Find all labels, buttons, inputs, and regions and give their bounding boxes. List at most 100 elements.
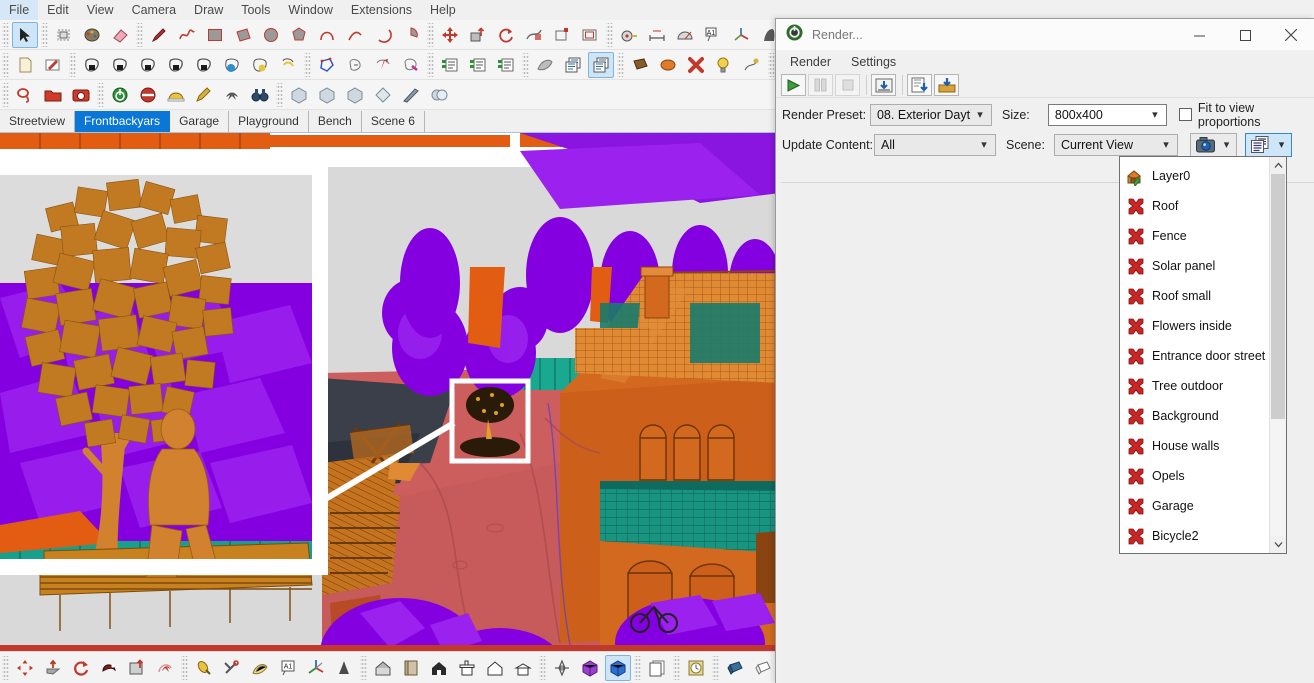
two-point-arc-icon[interactable] xyxy=(342,22,368,48)
shape-blob-icon[interactable] xyxy=(163,52,189,78)
layer-item[interactable]: Roof small xyxy=(1120,281,1269,311)
toolbar-grip[interactable] xyxy=(427,22,434,47)
export-button[interactable] xyxy=(934,74,959,96)
layer-item[interactable]: Garage xyxy=(1120,491,1269,521)
toolbar-grip[interactable] xyxy=(2,655,9,680)
tape-measure-icon[interactable] xyxy=(616,22,642,48)
toolbar-grip[interactable] xyxy=(712,655,719,680)
axes-color-icon[interactable] xyxy=(303,655,329,681)
menu-draw[interactable]: Draw xyxy=(185,0,232,20)
toolbar-grip[interactable] xyxy=(539,655,546,680)
scene-tab-garage[interactable]: Garage xyxy=(170,111,230,132)
circle-tool-icon[interactable] xyxy=(258,22,284,48)
line-tool-icon[interactable] xyxy=(146,22,172,48)
red-arrow-icon[interactable] xyxy=(370,52,396,78)
house-flat-icon[interactable] xyxy=(454,655,480,681)
layer-item[interactable]: Fence xyxy=(1120,221,1269,251)
polygon-tool-icon[interactable] xyxy=(286,22,312,48)
menu-help[interactable]: Help xyxy=(421,0,465,20)
toolbar-grip[interactable] xyxy=(276,82,283,107)
clock-yellow-icon[interactable] xyxy=(683,655,709,681)
globe-purple-icon[interactable] xyxy=(577,655,603,681)
follow-me-icon[interactable] xyxy=(521,22,547,48)
shape-slope-icon[interactable] xyxy=(191,52,217,78)
pen-edit-icon[interactable] xyxy=(191,82,217,108)
scene-tab-playground[interactable]: Playground xyxy=(229,111,309,132)
axes-tool-icon[interactable] xyxy=(728,22,754,48)
paint-bucket-icon[interactable] xyxy=(79,22,105,48)
solid-cube3-icon[interactable] xyxy=(342,82,368,108)
layer-item[interactable]: Roof xyxy=(1120,191,1269,221)
toolbar-grip[interactable] xyxy=(2,82,9,107)
solid-cube-icon[interactable] xyxy=(286,82,312,108)
layer-item[interactable]: Background xyxy=(1120,401,1269,431)
toolbar-grip[interactable] xyxy=(360,655,367,680)
pie-tool-icon[interactable] xyxy=(398,22,424,48)
rotated-rectangle-icon[interactable] xyxy=(230,22,256,48)
pencil-red-icon[interactable] xyxy=(40,52,66,78)
layer-green-icon[interactable] xyxy=(437,52,463,78)
binoculars-icon[interactable] xyxy=(247,82,273,108)
render-preset-select[interactable]: 08. Exterior Daytin ▾ xyxy=(869,103,992,126)
shape-blue-icon[interactable] xyxy=(219,52,245,78)
light-bulb-icon[interactable] xyxy=(711,52,737,78)
scroll-up-arrow-icon[interactable] xyxy=(1270,157,1286,174)
camera-red-icon[interactable] xyxy=(68,82,94,108)
cone-gray-icon[interactable] xyxy=(331,655,357,681)
arc-tool-icon[interactable] xyxy=(314,22,340,48)
dimension-tool-icon[interactable] xyxy=(644,22,670,48)
eye-target-icon[interactable] xyxy=(549,655,575,681)
layer-item[interactable]: Bicycle2 xyxy=(1120,521,1269,551)
toolbar-grip[interactable] xyxy=(181,655,188,680)
update-content-select[interactable]: All ▾ xyxy=(874,133,996,156)
menu-edit[interactable]: Edit xyxy=(38,0,78,20)
scene-tab-scene-6[interactable]: Scene 6 xyxy=(362,111,425,132)
freehand-tool-icon[interactable] xyxy=(174,22,200,48)
fit-to-view-wrap[interactable]: Fit to view proportions xyxy=(1167,101,1314,129)
globe-blue-icon[interactable] xyxy=(605,654,631,681)
menu-file[interactable]: File xyxy=(0,0,39,20)
knife-icon[interactable] xyxy=(398,82,424,108)
pan-icon[interactable] xyxy=(40,655,66,681)
menu-camera[interactable]: Camera xyxy=(123,0,185,20)
render-start-button[interactable] xyxy=(781,74,806,96)
render-menu-settings[interactable]: Settings xyxy=(841,51,906,73)
render-menu-render[interactable]: Render xyxy=(780,51,841,73)
polyline-blue-icon[interactable] xyxy=(314,52,340,78)
menu-tools[interactable]: Tools xyxy=(232,0,279,20)
solid-cube2-icon[interactable] xyxy=(314,82,340,108)
page-new-icon[interactable] xyxy=(12,52,38,78)
shell-icon[interactable] xyxy=(247,655,273,681)
minimize-button[interactable] xyxy=(1176,19,1222,51)
toolbar-grip[interactable] xyxy=(768,52,775,77)
maximize-button[interactable] xyxy=(1222,19,1268,51)
toolbar-grip[interactable] xyxy=(2,52,9,77)
scale-tool-icon[interactable] xyxy=(549,22,575,48)
layers-button[interactable]: ▾ xyxy=(1245,132,1292,157)
select-tool-icon[interactable] xyxy=(12,21,38,48)
text-tool-icon[interactable]: A1 xyxy=(700,22,726,48)
close-button[interactable] xyxy=(1268,19,1314,51)
rectangle-tool-icon[interactable] xyxy=(202,22,228,48)
material-orange-icon[interactable] xyxy=(655,52,681,78)
layer-list-icon[interactable] xyxy=(560,52,586,78)
offset-tool-icon[interactable] xyxy=(577,22,603,48)
scroll-down-arrow-icon[interactable] xyxy=(1270,536,1286,553)
toolbar-grip[interactable] xyxy=(617,52,624,77)
shape-curve-icon[interactable] xyxy=(135,52,161,78)
light-yellow-icon[interactable] xyxy=(191,655,217,681)
layers-dropdown-scrollbar[interactable] xyxy=(1269,157,1286,553)
rotate-tool-icon[interactable] xyxy=(493,22,519,48)
toolbar-grip[interactable] xyxy=(427,52,434,77)
leaf-gray-icon[interactable] xyxy=(532,52,558,78)
menu-window[interactable]: Window xyxy=(279,0,341,20)
menu-extensions[interactable]: Extensions xyxy=(342,0,421,20)
scene-tab-frontbackyars[interactable]: Frontbackyars xyxy=(75,111,171,132)
scrollbar-thumb[interactable] xyxy=(1271,174,1285,419)
toolbar-grip[interactable] xyxy=(634,655,641,680)
shape-yellow-icon[interactable] xyxy=(247,52,273,78)
shape-blue-solid-icon[interactable] xyxy=(722,655,748,681)
layer-item[interactable]: Entrance door street xyxy=(1120,341,1269,371)
toolbar-grip[interactable] xyxy=(97,82,104,107)
house-gray-icon[interactable] xyxy=(370,655,396,681)
